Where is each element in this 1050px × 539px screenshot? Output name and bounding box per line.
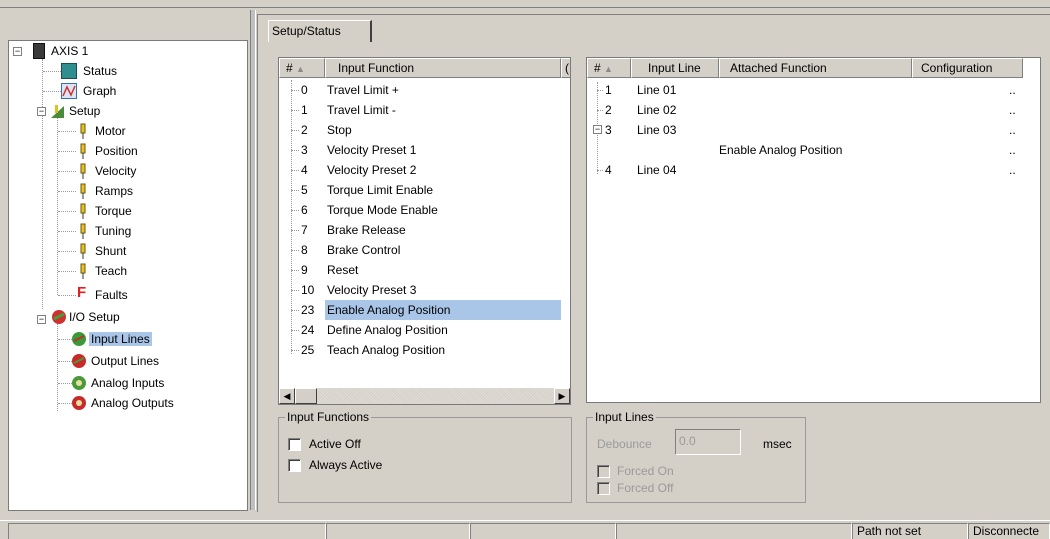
tree-item-input-lines[interactable]: Input Lines	[89, 329, 152, 349]
faults-icon: F	[77, 284, 87, 301]
list-item[interactable]: 2 Stop	[279, 120, 561, 140]
status-cell	[616, 523, 852, 539]
tree-item-analog-inputs[interactable]: Analog Inputs	[89, 373, 166, 393]
pin-icon	[75, 183, 91, 199]
list-item[interactable]: 6 Torque Mode Enable	[279, 200, 561, 220]
table-row[interactable]: 1 Line 01..	[587, 80, 1040, 100]
io-icon	[51, 309, 67, 325]
list-item[interactable]: 8 Brake Control	[279, 240, 561, 260]
list-item[interactable]: 7 Brake Release	[279, 220, 561, 240]
tree-root[interactable]: AXIS 1	[49, 41, 90, 61]
connection-status: Disconnecte	[968, 523, 1050, 539]
table-row[interactable]: 2 Line 02..	[587, 100, 1040, 120]
pin-icon	[75, 143, 91, 159]
tree-item-ramps[interactable]: Ramps	[93, 181, 135, 201]
scroll-right-button[interactable]: ▶	[554, 388, 570, 404]
group-title: Input Functions	[285, 410, 372, 424]
drive-icon	[33, 43, 45, 59]
input-functions-group: Input Functions Active Off Always Active	[278, 410, 572, 503]
table-row[interactable]: 4 Line 04..	[587, 160, 1040, 180]
status-icon	[61, 63, 77, 79]
list-item[interactable]: 24 Define Analog Position	[279, 320, 561, 340]
list-item[interactable]: 10 Velocity Preset 3	[279, 280, 561, 300]
setup-icon	[49, 103, 65, 119]
column-header-input-line[interactable]: Input Line	[631, 58, 719, 78]
tree-item-setup[interactable]: Setup	[67, 101, 102, 121]
title-edge	[0, 0, 1050, 8]
list-item[interactable]: 25 Teach Analog Position	[279, 340, 561, 360]
tree-item-faults[interactable]: Faults	[93, 285, 130, 305]
scroll-thumb[interactable]	[295, 388, 317, 404]
column-header-number[interactable]: # ▲	[279, 58, 325, 78]
collapse-toggle[interactable]: −	[13, 47, 22, 56]
scroll-left-button[interactable]: ◀	[279, 388, 295, 404]
debounce-label: Debounce	[597, 437, 652, 451]
navigation-tree[interactable]: − AXIS 1 Status Graph − Setup Motor Posi…	[8, 40, 248, 511]
tree-item-tuning[interactable]: Tuning	[93, 221, 133, 241]
debounce-input[interactable]: 0.0	[675, 429, 741, 455]
list-item[interactable]: 4 Velocity Preset 2	[279, 160, 561, 180]
list-item[interactable]: 9 Reset	[279, 260, 561, 280]
pin-icon	[75, 223, 91, 239]
tab-setup-status[interactable]: Setup/Status	[268, 20, 372, 42]
pin-icon	[75, 263, 91, 279]
active-off-checkbox[interactable]	[288, 438, 301, 451]
tree-item-torque[interactable]: Torque	[93, 201, 134, 221]
tree-item-graph[interactable]: Graph	[81, 81, 118, 101]
pin-icon	[75, 123, 91, 139]
always-active-checkbox[interactable]	[288, 459, 301, 472]
list-item[interactable]: 23 Enable Analog Position	[279, 300, 561, 320]
horizontal-scrollbar[interactable]	[279, 388, 570, 404]
input-lines-icon	[71, 331, 87, 347]
collapse-toggle[interactable]: −	[37, 315, 46, 324]
list-item[interactable]: 1 Travel Limit -	[279, 100, 561, 120]
forced-off-label: Forced Off	[617, 481, 674, 495]
output-lines-icon	[71, 353, 87, 369]
column-header-number[interactable]: # ▲	[587, 58, 631, 78]
table-row[interactable]: −3 Line 03..	[587, 120, 1040, 140]
tree-item-status[interactable]: Status	[81, 61, 119, 81]
input-lines-table[interactable]: # ▲ Input Line Attached Function Configu…	[586, 57, 1041, 403]
tree-item-shunt[interactable]: Shunt	[93, 241, 128, 261]
collapse-toggle[interactable]: −	[593, 125, 602, 134]
tree-item-io-setup[interactable]: I/O Setup	[67, 307, 122, 327]
status-cell	[470, 523, 616, 539]
forced-off-checkbox[interactable]	[597, 482, 610, 495]
column-header-extra[interactable]: (	[561, 58, 570, 78]
tree-item-analog-outputs[interactable]: Analog Outputs	[89, 393, 176, 413]
forced-on-label: Forced On	[617, 464, 674, 478]
analog-outputs-icon	[71, 395, 87, 411]
tree-item-teach[interactable]: Teach	[93, 261, 129, 281]
debounce-unit: msec	[763, 437, 792, 451]
tree-item-motor[interactable]: Motor	[93, 121, 128, 141]
graph-icon	[61, 83, 77, 99]
table-row[interactable]: Enable Analog Position..	[587, 140, 1040, 160]
forced-on-checkbox[interactable]	[597, 465, 610, 478]
pin-icon	[75, 163, 91, 179]
input-lines-group: Input Lines Debounce 0.0 msec Forced On …	[586, 410, 806, 503]
pin-icon	[75, 243, 91, 259]
list-item[interactable]: 0 Travel Limit +	[279, 80, 561, 100]
status-cell	[326, 523, 470, 539]
tree-item-position[interactable]: Position	[93, 141, 140, 161]
pin-icon	[75, 203, 91, 219]
list-item[interactable]: 3 Velocity Preset 1	[279, 140, 561, 160]
active-off-label: Active Off	[309, 437, 361, 451]
list-item[interactable]: 5 Torque Limit Enable	[279, 180, 561, 200]
input-function-list[interactable]: # ▲ Input Function ( 0 Travel Limit + 1 Tr…	[278, 57, 571, 405]
group-title: Input Lines	[593, 410, 656, 424]
column-header-attached-function[interactable]: Attached Function	[719, 58, 912, 78]
path-status: Path not set	[852, 523, 968, 539]
status-cell	[8, 523, 326, 539]
column-header-input-function[interactable]: Input Function	[325, 58, 561, 78]
collapse-toggle[interactable]: −	[37, 107, 46, 116]
tree-item-output-lines[interactable]: Output Lines	[89, 351, 161, 371]
tree-item-velocity[interactable]: Velocity	[93, 161, 138, 181]
analog-inputs-icon	[71, 375, 87, 391]
always-active-label: Always Active	[309, 458, 383, 472]
column-header-configuration[interactable]: Configuration	[912, 58, 1023, 78]
splitter[interactable]	[250, 10, 256, 510]
